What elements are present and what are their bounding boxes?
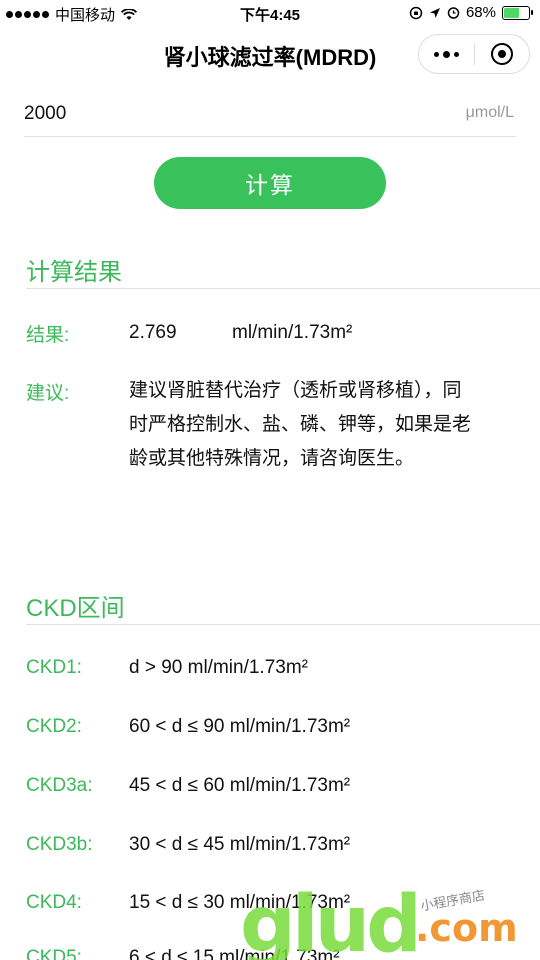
result-unit: ml/min/1.73m² — [232, 322, 353, 343]
more-button[interactable] — [419, 35, 474, 73]
creatinine-input[interactable] — [24, 96, 404, 132]
alarm-icon — [447, 7, 460, 19]
battery-fill — [504, 7, 519, 18]
ckd-range: d > 90 ml/min/1.73m² — [129, 657, 308, 678]
ckd-section-divider — [26, 624, 540, 625]
ckd-range: 45 < d ≤ 60 ml/min/1.73m² — [129, 775, 351, 796]
result-section-title: 计算结果 — [26, 259, 122, 286]
advice-text: 建议肾脏替代治疗（透析或肾移植），同时严格控制水、盐、磷、钾等，如果是老龄或其他… — [129, 380, 472, 469]
ckd-label: CKD3a: — [26, 775, 93, 796]
rotation-lock-icon — [409, 6, 423, 19]
watermark-subtitle: 小程序商店 — [419, 888, 487, 915]
ckd-section-title: CKD区间 — [26, 595, 125, 622]
result-section-divider — [26, 288, 540, 289]
ckd-label: CKD4: — [26, 892, 82, 913]
close-target-icon — [490, 43, 513, 65]
advice-label: 建议: — [26, 383, 70, 404]
ckd-label: CKD2: — [26, 716, 82, 737]
calculate-button[interactable]: 计算 — [154, 157, 386, 209]
status-bar: 中国移动 下午4:45 68% — [0, 0, 540, 28]
more-dots-icon — [433, 50, 459, 58]
mini-program-capsule — [418, 34, 530, 74]
ckd-range: 15 < d ≤ 30 ml/min/1.73m² — [129, 892, 351, 913]
ckd-label: CKD5: — [26, 947, 82, 960]
ckd-range: 30 < d ≤ 45 ml/min/1.73m² — [129, 834, 351, 855]
close-button[interactable] — [475, 35, 530, 73]
status-right: 68% — [409, 4, 533, 21]
watermark-domain: .com — [415, 906, 518, 950]
location-icon — [429, 7, 440, 18]
creatinine-input-row: μmol/L — [24, 96, 516, 137]
result-label: 结果: — [26, 325, 70, 346]
battery-percent: 68% — [465, 4, 496, 21]
ckd-label: CKD1: — [26, 657, 82, 678]
input-unit: μmol/L — [465, 104, 514, 121]
ckd-range: 6 < d ≤ 15 ml/min/1.73m² — [129, 947, 340, 960]
result-value: 2.769 — [129, 322, 177, 343]
ckd-label: CKD3b: — [26, 834, 93, 855]
screen: 中国移动 下午4:45 68% 肾小球滤过率(MDRD) 2000 μmol/L… — [0, 0, 540, 960]
ckd-range: 60 < d ≤ 90 ml/min/1.73m² — [129, 716, 351, 737]
battery-icon — [502, 5, 533, 20]
nav-bar: 肾小球滤过率(MDRD) — [0, 28, 540, 80]
